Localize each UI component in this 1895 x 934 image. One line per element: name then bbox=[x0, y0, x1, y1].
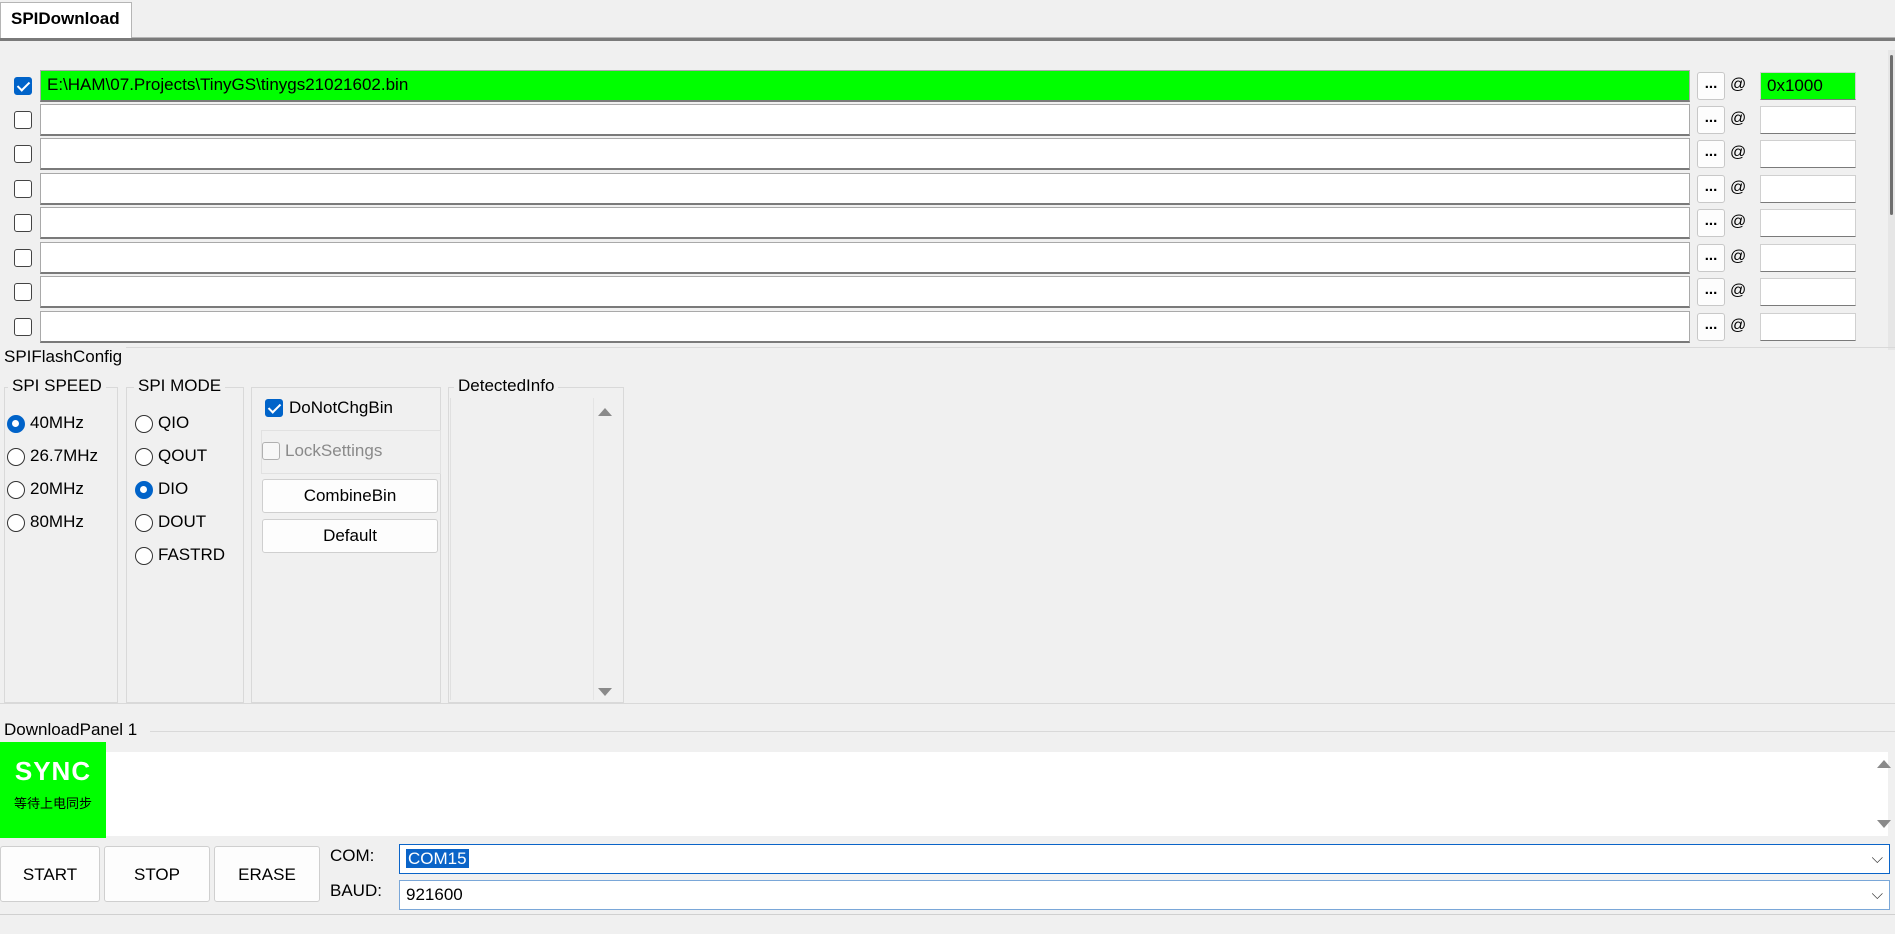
spi-speed-option-label[interactable]: 40MHz bbox=[30, 413, 84, 433]
combine-bin-button[interactable]: CombineBin bbox=[262, 479, 438, 513]
tab-separator bbox=[0, 38, 1895, 41]
file-checkbox[interactable] bbox=[14, 145, 32, 163]
scroll-down-icon[interactable] bbox=[598, 688, 612, 696]
browse-button[interactable]: ... bbox=[1697, 106, 1725, 134]
file-path-input[interactable]: E:\HAM\07.Projects\TinyGS\tinygs21021602… bbox=[40, 70, 1690, 102]
spi-mode-radio[interactable] bbox=[135, 415, 153, 433]
address-input[interactable] bbox=[1760, 278, 1856, 306]
address-input[interactable] bbox=[1760, 175, 1856, 203]
divider bbox=[150, 731, 1895, 732]
spi-speed-radio[interactable] bbox=[7, 514, 25, 532]
file-checkbox[interactable] bbox=[14, 180, 32, 198]
file-checkbox[interactable] bbox=[14, 77, 32, 95]
address-input[interactable] bbox=[1760, 209, 1856, 237]
com-select[interactable]: COM15 ⌵ bbox=[399, 844, 1890, 874]
tab-spidownload[interactable]: SPIDownload bbox=[0, 2, 132, 38]
spi-mode-option-label[interactable]: FASTRD bbox=[158, 545, 225, 565]
spi-speed-radio[interactable] bbox=[7, 481, 25, 499]
chevron-down-icon[interactable]: ⌵ bbox=[1872, 850, 1883, 867]
file-checkbox[interactable] bbox=[14, 214, 32, 232]
browse-button[interactable]: ... bbox=[1697, 313, 1725, 341]
file-path-input[interactable] bbox=[40, 207, 1690, 239]
lock-settings-label: LockSettings bbox=[285, 441, 383, 460]
spi-mode-title: SPI MODE bbox=[134, 376, 226, 396]
address-input[interactable] bbox=[1760, 106, 1856, 134]
file-checkbox[interactable] bbox=[14, 283, 32, 301]
at-label: @ bbox=[1730, 76, 1747, 93]
spi-mode-option-label[interactable]: QIO bbox=[158, 413, 189, 433]
spi-mode-radio[interactable] bbox=[135, 448, 153, 466]
file-checkbox[interactable] bbox=[14, 318, 32, 336]
com-value: COM15 bbox=[406, 849, 469, 868]
default-button[interactable]: Default bbox=[262, 519, 438, 553]
stop-button[interactable]: STOP bbox=[104, 846, 210, 902]
start-button[interactable]: START bbox=[0, 846, 100, 902]
spi-mode-option-label[interactable]: DIO bbox=[158, 479, 188, 499]
spi-speed-option-label[interactable]: 26.7MHz bbox=[30, 446, 98, 466]
at-label: @ bbox=[1730, 179, 1747, 196]
file-path-input[interactable] bbox=[40, 173, 1690, 205]
baud-select[interactable]: 921600 ⌵ bbox=[399, 880, 1890, 910]
com-label: COM: bbox=[330, 846, 375, 865]
file-path-input[interactable] bbox=[40, 242, 1690, 274]
address-input[interactable] bbox=[1760, 244, 1856, 272]
file-checkbox[interactable] bbox=[14, 111, 32, 129]
log-output[interactable] bbox=[106, 752, 1888, 836]
spi-mode-radio[interactable] bbox=[135, 514, 153, 532]
address-input[interactable] bbox=[1760, 313, 1856, 341]
at-label: @ bbox=[1730, 213, 1747, 230]
at-label: @ bbox=[1730, 248, 1747, 265]
spi-speed-option-label[interactable]: 80MHz bbox=[30, 512, 84, 532]
spi-speed-title: SPI SPEED bbox=[8, 376, 106, 396]
spi-mode-option-label[interactable]: QOUT bbox=[158, 446, 207, 466]
spi-mode-option-label[interactable]: DOUT bbox=[158, 512, 206, 532]
download-panel-title: DownloadPanel 1 bbox=[0, 720, 142, 740]
browse-button[interactable]: ... bbox=[1697, 244, 1725, 272]
baud-value: 921600 bbox=[406, 885, 463, 904]
file-path-input[interactable] bbox=[40, 138, 1690, 170]
detected-info-title: DetectedInfo bbox=[454, 376, 559, 396]
do-not-chg-bin-checkbox[interactable] bbox=[265, 399, 283, 417]
divider bbox=[0, 347, 1895, 348]
status-bar bbox=[0, 914, 1895, 934]
spi-speed-radio[interactable] bbox=[7, 415, 25, 433]
chevron-down-icon[interactable]: ⌵ bbox=[1872, 886, 1883, 903]
sync-status-subtext: 等待上电同步 bbox=[13, 796, 92, 811]
browse-button[interactable]: ... bbox=[1697, 175, 1725, 203]
spi-mode-radio[interactable] bbox=[135, 547, 153, 565]
spiflashconfig-title: SPIFlashConfig bbox=[0, 347, 127, 367]
address-input[interactable] bbox=[1760, 140, 1856, 168]
erase-button[interactable]: ERASE bbox=[214, 846, 320, 902]
log-scroll-up-icon[interactable] bbox=[1877, 760, 1891, 768]
file-checkbox[interactable] bbox=[14, 249, 32, 267]
sync-status-indicator: SYNC 等待上电同步 bbox=[0, 742, 106, 838]
log-scroll-down-icon[interactable] bbox=[1877, 820, 1891, 828]
at-label: @ bbox=[1730, 144, 1747, 161]
spi-speed-group bbox=[4, 387, 118, 703]
file-path-input[interactable] bbox=[40, 311, 1690, 343]
file-path-input[interactable] bbox=[40, 104, 1690, 136]
file-path-input[interactable] bbox=[40, 276, 1690, 308]
sync-status-text: SYNC bbox=[14, 756, 92, 786]
browse-button[interactable]: ... bbox=[1697, 72, 1725, 100]
browse-button[interactable]: ... bbox=[1697, 278, 1725, 306]
scroll-up-icon[interactable] bbox=[598, 408, 612, 416]
at-label: @ bbox=[1730, 317, 1747, 334]
spi-mode-radio[interactable] bbox=[135, 481, 153, 499]
detected-info-scrollbar[interactable] bbox=[593, 398, 617, 700]
spi-speed-radio[interactable] bbox=[7, 448, 25, 466]
file-list-scroll-thumb[interactable] bbox=[1890, 55, 1893, 215]
at-label: @ bbox=[1730, 110, 1747, 127]
browse-button[interactable]: ... bbox=[1697, 140, 1725, 168]
address-input[interactable]: 0x1000 bbox=[1760, 72, 1856, 100]
browse-button[interactable]: ... bbox=[1697, 209, 1725, 237]
baud-label: BAUD: bbox=[330, 881, 382, 900]
lock-settings-checkbox[interactable] bbox=[262, 442, 280, 460]
at-label: @ bbox=[1730, 282, 1747, 299]
do-not-chg-bin-label: DoNotChgBin bbox=[289, 398, 393, 417]
tab-bar bbox=[0, 0, 1895, 38]
divider bbox=[0, 703, 1895, 704]
spi-speed-option-label[interactable]: 20MHz bbox=[30, 479, 84, 499]
